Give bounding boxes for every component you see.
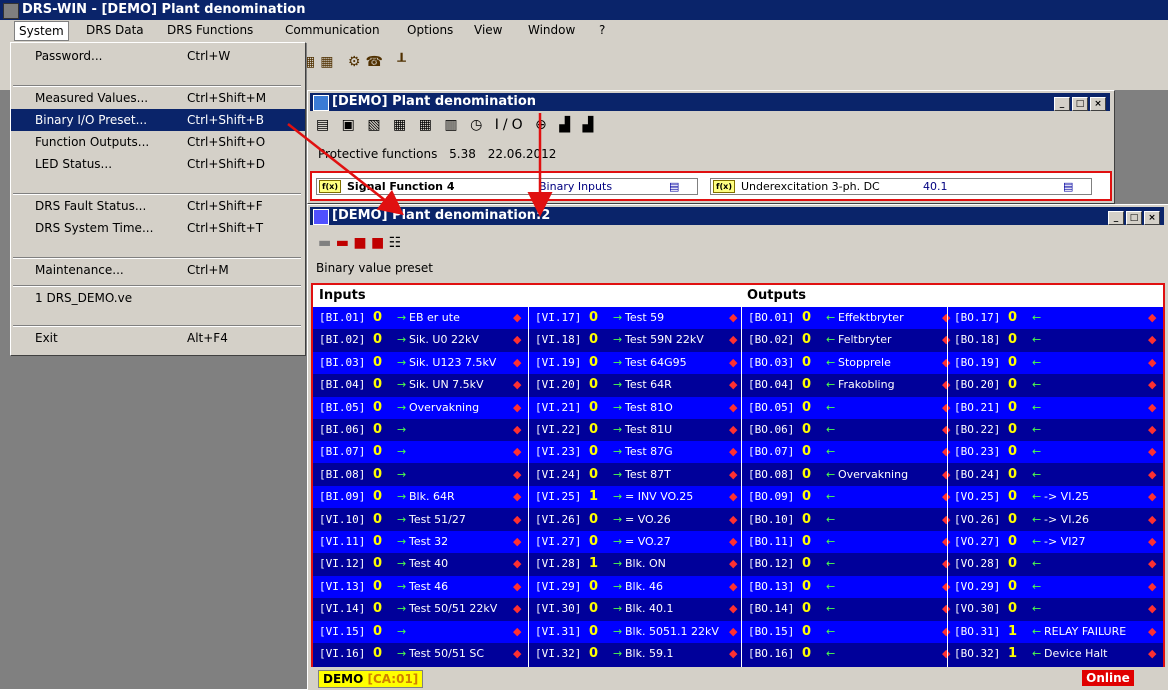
annotation-arrow — [287, 123, 404, 216]
annotation-overlay — [287, 113, 553, 217]
